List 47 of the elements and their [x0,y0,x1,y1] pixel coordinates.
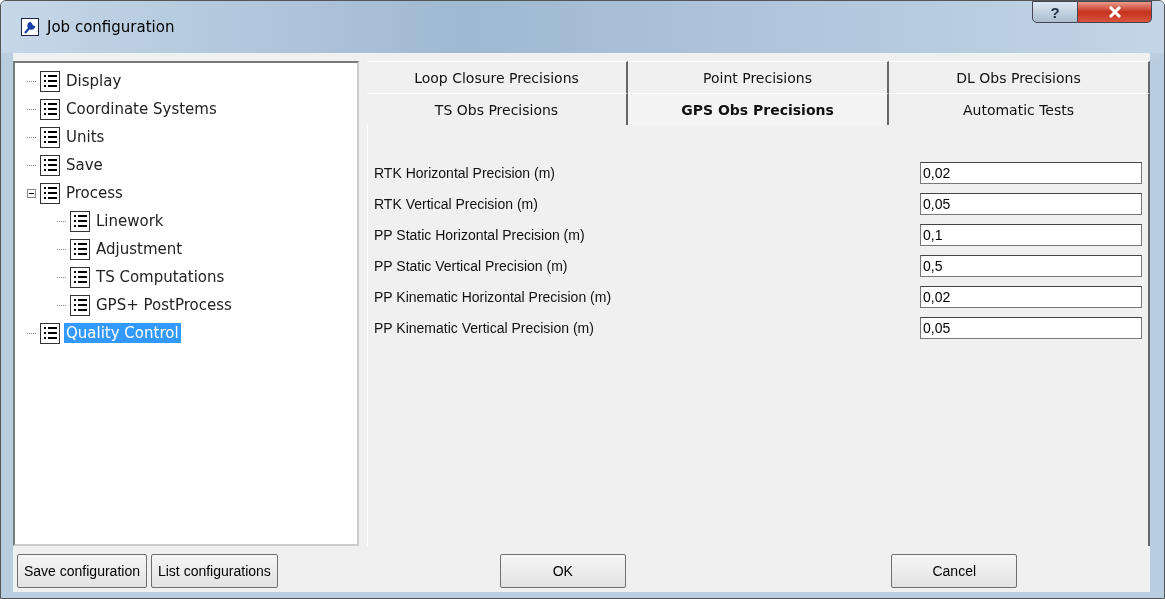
close-icon [1107,6,1122,18]
list-icon [70,238,90,260]
tab[interactable]: DL Obs Precisions [889,61,1150,93]
tab[interactable]: GPS Obs Precisions [628,93,889,125]
input-field[interactable]: 0,02 [920,285,1142,308]
field-label: PP Kinematic Horizontal Precision (m) [374,288,612,305]
list-icon [70,210,90,232]
list-icon [40,182,60,204]
tab[interactable]: Loop Closure Precisions [367,61,628,93]
field-label: RTK Horizontal Precision (m) [374,164,555,181]
list-icon [40,70,60,92]
list-icon [40,154,60,176]
close-button[interactable] [1078,1,1152,23]
tree-item[interactable]: GPS+ PostProcess [94,295,234,315]
input-field[interactable]: 0,05 [920,192,1142,215]
tree-item[interactable]: Linework [94,211,166,231]
tree-item[interactable]: Coordinate Systems [64,99,219,119]
tree-item[interactable]: Process [64,183,125,203]
field-label: PP Static Horizontal Precision (m) [374,226,585,243]
help-button[interactable]: ? [1032,1,1078,23]
list-icon [70,294,90,316]
configuration-button[interactable]: List configurations [150,554,278,588]
tree-item[interactable]: TS Computations [94,267,227,287]
tab[interactable]: TS Obs Precisions [367,93,628,125]
input-field[interactable]: 0,1 [920,223,1142,246]
tree-item[interactable]: Display [64,71,124,91]
list-icon [70,266,90,288]
tree-item[interactable]: Save [64,155,105,175]
input-field[interactable]: 0,5 [920,254,1142,277]
collapse-icon[interactable] [27,188,36,198]
tree-item[interactable]: Adjustment [94,239,185,259]
tab[interactable]: Point Precisions [628,61,889,93]
list-icon [40,98,60,120]
wrench-icon [21,18,39,36]
tab[interactable]: Automatic Tests [889,93,1150,125]
dialog-button[interactable]: Cancel [891,554,1018,588]
input-field[interactable]: 0,02 [920,161,1142,184]
field-label: RTK Vertical Precision (m) [374,195,538,212]
window-title: Job configuration [47,18,175,36]
list-icon [40,126,60,148]
tree-item[interactable]: Units [64,127,107,147]
list-icon [40,322,60,344]
configuration-button[interactable]: Save configuration [17,554,147,588]
dialog-button[interactable]: OK [499,554,626,588]
input-field[interactable]: 0,05 [920,316,1142,339]
field-label: PP Static Vertical Precision (m) [374,257,568,274]
field-label: PP Kinematic Vertical Precision (m) [374,319,594,336]
